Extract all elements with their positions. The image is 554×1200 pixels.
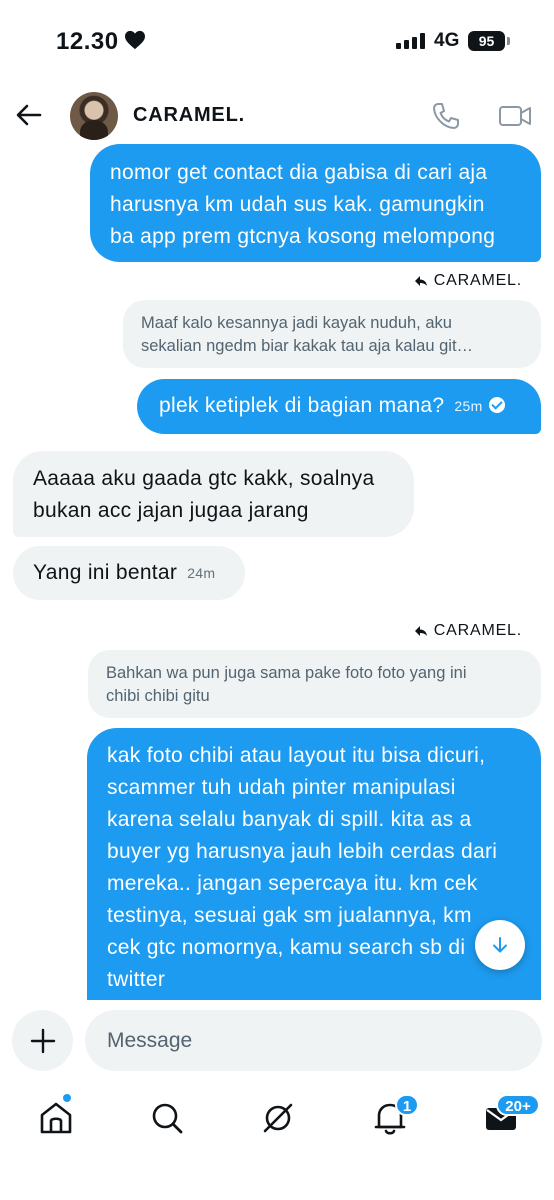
heart-icon xyxy=(125,30,145,50)
message-line: scammer tuh udah pinter manipulasi xyxy=(107,776,456,799)
message-line: buyer yg harusnya jauh lebih cerdas dari xyxy=(107,840,498,863)
message-line: nomor get contact dia gabisa di cari aja xyxy=(110,161,488,184)
phone-icon[interactable] xyxy=(430,100,462,132)
message-bubble-incoming[interactable]: Yang ini bentar 24m xyxy=(13,546,245,600)
reply-to-name: CARAMEL. xyxy=(433,622,522,639)
message-bubble-incoming[interactable]: Aaaaa aku gaada gtc kakk, soalnya bukan … xyxy=(13,451,414,537)
reply-label: CARAMEL. xyxy=(414,622,522,640)
status-time: 12.30 xyxy=(56,28,119,55)
avatar[interactable] xyxy=(70,92,118,140)
plus-icon xyxy=(30,1028,55,1053)
message-line: Aaaaa aku gaada gtc kakk, soalnya xyxy=(33,467,375,490)
message-text: plek ketiplek di bagian mana? xyxy=(159,394,445,417)
home-icon[interactable] xyxy=(36,1098,76,1138)
grok-icon[interactable] xyxy=(258,1098,298,1138)
quote-line: chibi chibi gitu xyxy=(106,687,210,705)
quote-line: Maaf kalo kesannya jadi kayak nuduh, aku xyxy=(141,314,452,332)
bottom-tab-bar: 1 20+ xyxy=(0,1084,554,1200)
reply-icon xyxy=(414,626,427,636)
message-bubble-outgoing[interactable]: plek ketiplek di bagian mana? 25m xyxy=(137,379,541,434)
message-line: harusnya km udah sus kak. gamungkin xyxy=(110,193,485,216)
checkmark-icon xyxy=(488,397,505,414)
reply-to-name: CARAMEL. xyxy=(433,272,522,289)
back-arrow-icon[interactable] xyxy=(14,100,44,130)
conversation-header: CARAMEL. xyxy=(0,84,554,146)
message-text: Yang ini bentar xyxy=(33,561,178,584)
scroll-to-bottom-button[interactable] xyxy=(475,920,525,970)
message-line: karena selalu banyak di spill. kita as a xyxy=(107,808,472,831)
message-input[interactable] xyxy=(85,1010,542,1071)
quoted-message[interactable]: Maaf kalo kesannya jadi kayak nuduh, aku… xyxy=(123,300,541,368)
message-line: ba app prem gtcnya kosong melompong xyxy=(110,225,496,248)
battery-tip xyxy=(507,37,510,45)
search-icon[interactable] xyxy=(147,1098,187,1138)
status-bar: 12.30 4G 95 xyxy=(0,0,554,80)
quoted-message[interactable]: Bahkan wa pun juga sama pake foto foto y… xyxy=(88,650,541,718)
message-line: bukan acc jajan jugaa jarang xyxy=(33,499,309,522)
arrow-down-icon xyxy=(493,937,507,953)
message-line: testinya, sesuai gak sm jualannya, km xyxy=(107,904,472,927)
add-attachment-button[interactable] xyxy=(12,1010,73,1071)
video-icon[interactable] xyxy=(497,100,533,132)
message-bubble-outgoing[interactable]: kak foto chibi atau layout itu bisa dicu… xyxy=(87,728,541,1000)
quote-line: Bahkan wa pun juga sama pake foto foto y… xyxy=(106,664,467,682)
contact-name[interactable]: CARAMEL. xyxy=(133,104,245,127)
message-time: 24m xyxy=(187,565,216,582)
reply-label: CARAMEL. xyxy=(414,272,522,290)
reply-icon xyxy=(414,276,427,286)
message-line: mereka.. jangan sepercaya itu. km cek xyxy=(107,872,478,895)
signal-icon xyxy=(396,33,425,49)
battery-icon: 95 xyxy=(468,31,505,51)
notifications-badge: 1 xyxy=(395,1094,419,1116)
message-line: kak foto chibi atau layout itu bisa dicu… xyxy=(107,744,486,767)
message-time: 25m xyxy=(454,398,483,415)
messages-badge: 20+ xyxy=(496,1094,540,1116)
home-unread-dot xyxy=(63,1094,71,1102)
quote-line: sekalian ngedm biar kakak tau aja kalau … xyxy=(141,337,474,355)
message-composer xyxy=(0,1000,554,1084)
network-type: 4G xyxy=(434,30,460,51)
message-line: twitter xyxy=(107,968,166,991)
message-bubble-outgoing[interactable]: nomor get contact dia gabisa di cari aja… xyxy=(90,144,541,262)
